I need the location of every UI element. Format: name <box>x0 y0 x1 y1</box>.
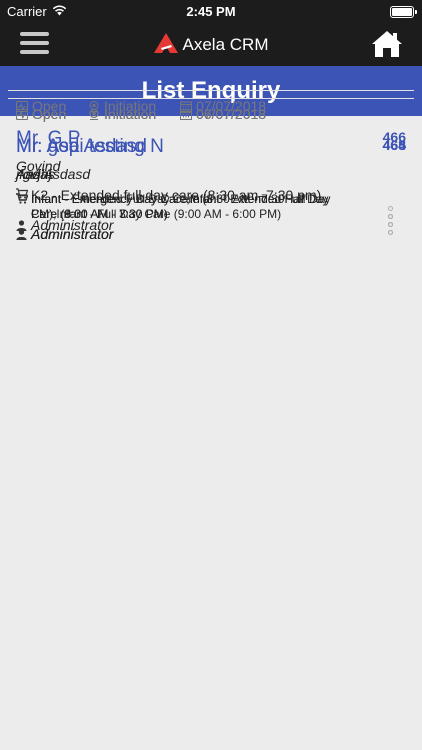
nav-bar: Axela CRM <box>0 24 422 66</box>
status-text: Open <box>32 106 67 122</box>
stage-icon <box>89 109 99 120</box>
user-icon <box>16 229 27 240</box>
enquiry-list: Mr. G P 466 Govind K2 - Extended full da… <box>8 90 414 242</box>
battery-icon <box>390 6 417 18</box>
stage-field: Initiation <box>88 106 156 122</box>
brand-name: Axela CRM <box>182 35 269 54</box>
stage-text: Initiation <box>104 106 157 122</box>
status-field: Open <box>16 106 66 122</box>
enquiry-service: Infant - Extended Full Day Care (8:30 AM… <box>16 192 326 222</box>
status-bar: Carrier 2:45 PM <box>0 0 422 24</box>
enquiry-contact: Asd Asdasd <box>16 166 91 182</box>
status-time: 2:45 PM <box>186 4 236 19</box>
date-text: 06/07/2018 <box>196 106 267 122</box>
axela-logo-icon <box>153 33 178 53</box>
enquiry-user: Administrator <box>16 226 113 242</box>
cart-icon <box>16 193 28 204</box>
enquiry-name[interactable]: Mr. Asd Asdasd <box>16 136 147 158</box>
pulse-icon <box>16 109 28 120</box>
home-icon[interactable] <box>371 29 403 59</box>
service-text: Infant - Extended Full Day Care (8:30 AM… <box>31 192 285 221</box>
user-name: Administrator <box>31 226 114 242</box>
more-options-icon[interactable] <box>388 214 396 238</box>
date-field: 06/07/2018 <box>180 106 266 122</box>
card-footer: Open Initiation 06/07/2018 <box>8 98 414 128</box>
enquiry-number: 463 <box>382 137 406 153</box>
brand: Axela CRM <box>0 33 422 55</box>
calendar-icon <box>180 109 192 120</box>
